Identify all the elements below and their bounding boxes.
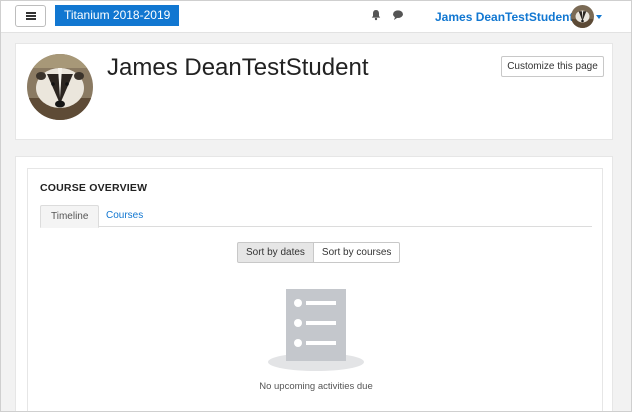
page-title: James DeanTestStudent — [107, 54, 369, 81]
user-menu-name[interactable]: James DeanTestStudent — [435, 10, 574, 24]
sort-by-courses-button[interactable]: Sort by courses — [313, 242, 401, 263]
bell-icon[interactable] — [370, 9, 382, 21]
course-overview-region: COURSE OVERVIEW Timeline Courses Sort by… — [15, 156, 613, 411]
tab-timeline[interactable]: Timeline — [40, 205, 100, 228]
hamburger-menu-icon — [25, 12, 36, 20]
site-name-link[interactable]: Titanium 2018-2019 — [55, 5, 180, 26]
customize-page-button[interactable]: Customize this page — [501, 56, 604, 77]
empty-state-message: No upcoming activities due — [259, 381, 373, 392]
browser-frame: Titanium 2018-2019 James DeanTestStudent — [0, 0, 632, 412]
tab-courses[interactable]: Courses — [106, 205, 143, 227]
sort-by-dates-button[interactable]: Sort by dates — [237, 242, 314, 263]
empty-activities-icon — [268, 289, 364, 371]
profile-picture — [27, 54, 93, 120]
chat-bubble-icon[interactable] — [392, 9, 404, 21]
menu-toggle-button[interactable] — [15, 5, 46, 27]
user-avatar[interactable] — [571, 5, 594, 28]
badger-photo-icon — [27, 54, 93, 120]
page-header: James DeanTestStudent Customize this pag… — [15, 43, 613, 140]
sort-button-group: Sort by dates Sort by courses — [237, 242, 401, 263]
caret-down-icon[interactable] — [596, 15, 602, 19]
overview-tabs: Timeline Courses — [40, 205, 592, 228]
block-title: COURSE OVERVIEW — [40, 182, 148, 194]
course-overview-block: COURSE OVERVIEW Timeline Courses Sort by… — [27, 168, 603, 411]
top-navbar: Titanium 2018-2019 James DeanTestStudent — [1, 1, 631, 33]
